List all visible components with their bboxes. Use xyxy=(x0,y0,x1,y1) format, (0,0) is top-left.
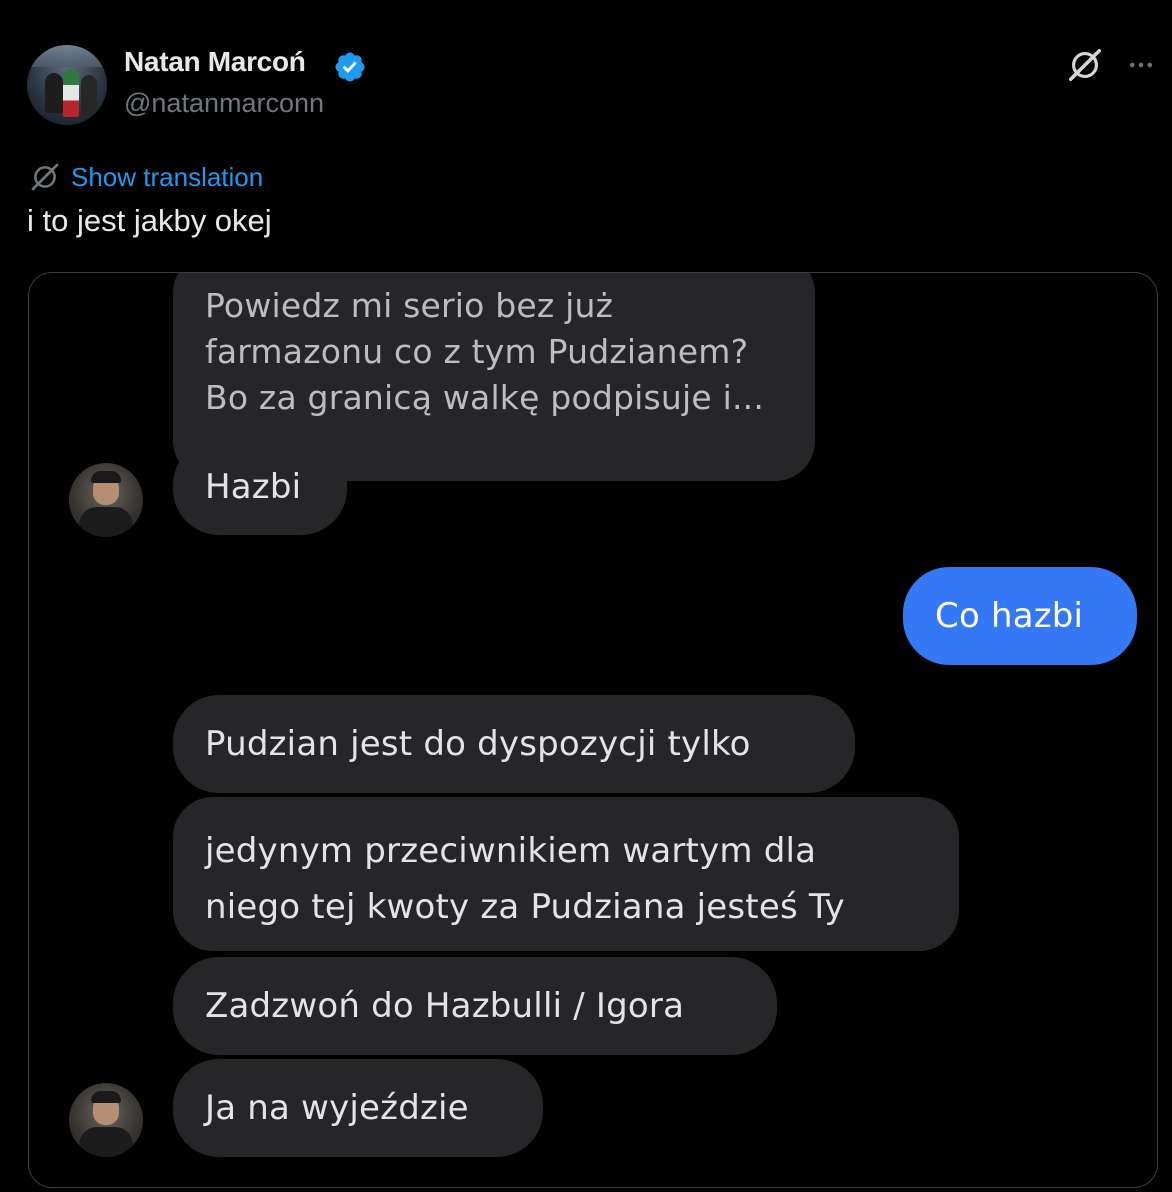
chat-message-incoming: jedynym przeciwnikiem wartym dla niego t… xyxy=(173,797,959,951)
chat-contact-avatar xyxy=(69,463,143,537)
translate-icon xyxy=(31,163,59,191)
author-display-name[interactable]: Natan Marcoń xyxy=(124,46,306,78)
chat-message-incoming: Ja na wyjeździe xyxy=(173,1059,543,1157)
post-media-image[interactable]: Powiedz mi serio bez już farmazonu co z … xyxy=(28,272,1158,1188)
show-translation-button[interactable]: Show translation xyxy=(29,160,263,194)
chat-message-line: Powiedz mi serio bez już xyxy=(205,286,614,325)
chat-message-text: Co hazbi xyxy=(935,596,1084,636)
post-text: i to jest jakby okej xyxy=(27,203,272,238)
chat-message-outgoing: Co hazbi xyxy=(903,567,1137,665)
author-avatar[interactable] xyxy=(27,45,107,125)
chat-message-incoming: Pudzian jest do dyspozycji tylko xyxy=(173,695,855,793)
post: Natan Marcoń @natanmarconn Show translat… xyxy=(0,0,1172,1192)
chat-message-incoming: Hazbi xyxy=(173,439,347,535)
show-translation-label: Show translation xyxy=(71,161,264,192)
author-handle[interactable]: @natanmarconn xyxy=(124,88,324,119)
chat-message-line: Bo za granicą walkę podpisuje i... xyxy=(205,378,765,417)
chat-message-text: Hazbi xyxy=(205,467,302,507)
chat-message-incoming: Zadzwoń do Hazbulli / Igora xyxy=(173,957,777,1055)
chat-message-line: farmazonu co z tym Pudzianem? xyxy=(205,332,749,371)
verified-badge-icon xyxy=(335,52,365,82)
chat-message-line: niego tej kwoty za Pudziana jesteś Ty xyxy=(205,887,845,927)
more-icon[interactable] xyxy=(1124,50,1158,80)
chat-message-text: Zadzwoń do Hazbulli / Igora xyxy=(205,986,685,1026)
chat-message-line: jedynym przeciwnikiem wartym dla xyxy=(205,831,817,871)
chat-message-text: Ja na wyjeździe xyxy=(205,1088,469,1128)
chat-contact-avatar xyxy=(69,1083,143,1157)
chat-message-text: Pudzian jest do dyspozycji tylko xyxy=(205,724,751,764)
grok-icon[interactable] xyxy=(1066,46,1104,84)
